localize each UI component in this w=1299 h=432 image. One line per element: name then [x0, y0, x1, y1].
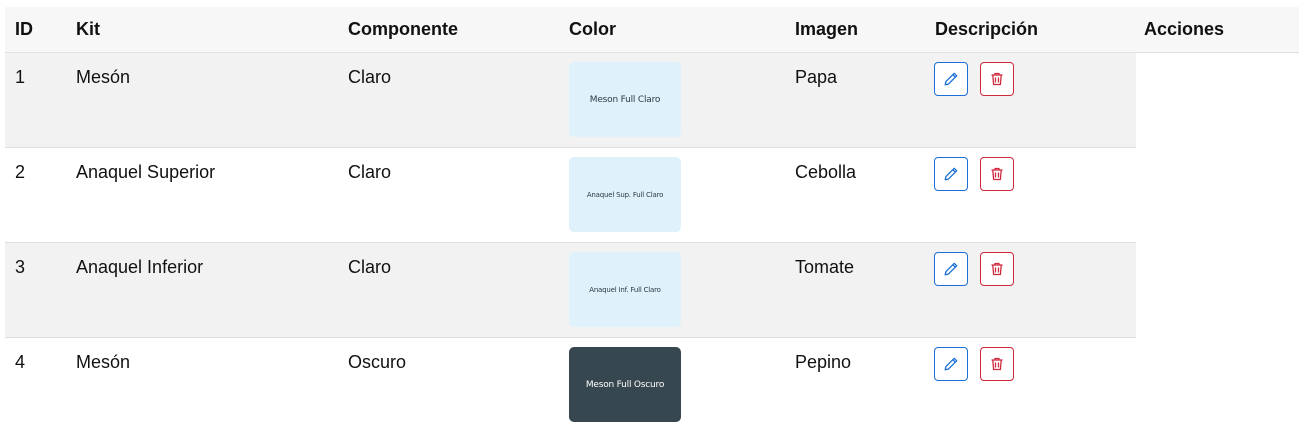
cell-componente: Claro [348, 67, 392, 87]
color-swatch-label: Meson Full Oscuro [585, 379, 665, 390]
pencil-icon [944, 262, 958, 276]
cell-kit: Anaquel Superior [76, 162, 216, 182]
header-componente: Componente [348, 19, 458, 39]
table-row: 3 Anaquel Inferior Claro Anaquel Inf. Fu… [5, 243, 1136, 338]
edit-button[interactable] [934, 157, 968, 191]
cell-imagen: Cebolla [795, 162, 857, 182]
cell-kit: Mesón [76, 352, 131, 372]
cell-componente: Claro [348, 257, 392, 277]
cell-componente: Oscuro [348, 352, 407, 372]
pencil-icon [944, 72, 958, 86]
table-row: 1 Mesón Claro Meson Full Claro Papa [5, 53, 1136, 148]
header-descripcion: Descripción [935, 19, 1039, 39]
cell-id: 1 [15, 67, 26, 87]
cell-kit: Anaquel Inferior [76, 257, 204, 277]
cell-id: 4 [15, 352, 26, 372]
cell-id: 3 [15, 257, 26, 277]
edit-button[interactable] [934, 347, 968, 381]
table-row: 4 Mesón Oscuro Meson Full Oscuro Pepino [5, 338, 1136, 432]
header-id: ID [15, 19, 33, 39]
color-swatch-image: Anaquel Sup. Full Claro [569, 157, 681, 232]
color-swatch-label: Anaquel Inf. Full Claro [589, 285, 661, 294]
cell-kit: Mesón [76, 67, 131, 87]
color-swatch-image: Anaquel Inf. Full Claro [569, 252, 681, 327]
delete-button[interactable] [980, 62, 1014, 96]
trash-icon [991, 357, 1003, 371]
cell-imagen: Pepino [795, 352, 852, 372]
delete-button[interactable] [980, 157, 1014, 191]
edit-button[interactable] [934, 252, 968, 286]
delete-button[interactable] [980, 252, 1014, 286]
header-color: Color [569, 19, 616, 39]
color-swatch-label: Anaquel Sup. Full Claro [586, 190, 664, 199]
table-row: 2 Anaquel Superior Claro Anaquel Sup. Fu… [5, 148, 1136, 243]
pencil-icon [944, 167, 958, 181]
delete-button[interactable] [980, 347, 1014, 381]
color-swatch-image: Meson Full Oscuro [569, 347, 681, 422]
table-header: ID Kit Componente Color Imagen Descripci… [5, 7, 1299, 53]
header-acciones: Acciones [1144, 19, 1225, 39]
kits-table: ID Kit Componente Color Imagen Descripci… [5, 7, 1299, 432]
header-kit: Kit [76, 19, 100, 39]
edit-button[interactable] [934, 62, 968, 96]
cell-imagen: Tomate [795, 257, 855, 277]
color-swatch-label: Meson Full Claro [589, 94, 661, 105]
trash-icon [991, 262, 1003, 276]
header-imagen: Imagen [795, 19, 859, 39]
cell-id: 2 [15, 162, 26, 182]
trash-icon [991, 72, 1003, 86]
cell-componente: Claro [348, 162, 392, 182]
trash-icon [991, 167, 1003, 181]
color-swatch-image: Meson Full Claro [569, 62, 681, 137]
cell-imagen: Papa [795, 67, 838, 87]
pencil-icon [944, 357, 958, 371]
